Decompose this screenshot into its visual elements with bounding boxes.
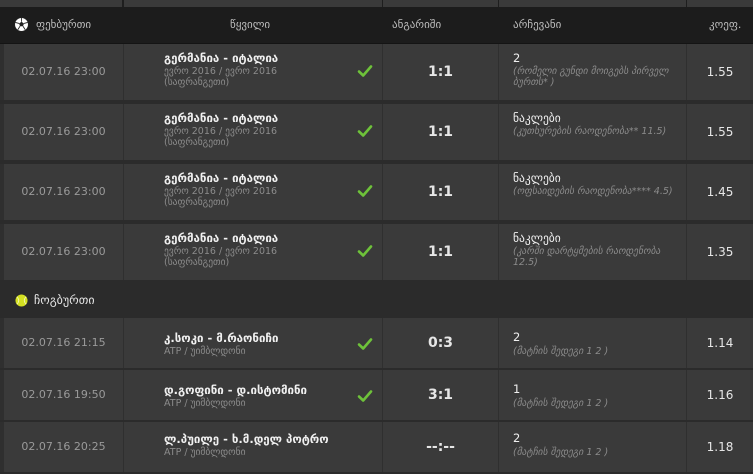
event-title: ლ.პუილე - ხ.მ.დელ პოტრო xyxy=(164,432,329,446)
soccer-ball-icon xyxy=(14,17,29,32)
row-odds: 1.55 xyxy=(687,104,753,160)
column-header-odds: კოეფ. xyxy=(709,18,742,31)
pick-value: 2 xyxy=(513,330,521,344)
pick-market: (კუთხურების რაოდენობა** 11.5) xyxy=(513,126,667,137)
table-row[interactable]: 02.07.16 23:00 გერმანია - იტალია ევრო 20… xyxy=(0,224,753,280)
pick-value: ნაკლები xyxy=(513,231,561,245)
row-date: 02.07.16 23:00 xyxy=(4,104,123,160)
row-event: გერმანია - იტალია ევრო 2016 / ევრო 2016 … xyxy=(124,164,382,220)
row-score: 1:1 xyxy=(383,104,498,160)
row-date: 02.07.16 23:00 xyxy=(4,224,123,280)
pick-value: 2 xyxy=(513,51,521,65)
pick-market: (მატჩის შედეგი 1 2 ) xyxy=(513,346,609,357)
row-odds: 1.45 xyxy=(687,164,753,220)
top-strip-segment xyxy=(383,0,498,7)
event-league: ევრო 2016 / ევრო 2016 (საფრანგეთი) xyxy=(164,66,278,88)
event-title: გერმანია - იტალია xyxy=(164,51,279,65)
event-league: ATP / უიმბლდონი xyxy=(164,447,246,458)
check-icon xyxy=(357,245,373,257)
table-row[interactable]: 02.07.16 23:00 გერმანია - იტალია ევრო 20… xyxy=(0,44,753,100)
row-pick: 1 (მატჩის შედეგი 1 2 ) xyxy=(499,370,686,420)
section-title-tennis: ჩოგბურთი xyxy=(34,293,95,307)
row-score: 0:3 xyxy=(383,318,498,368)
row-date: 02.07.16 19:50 xyxy=(4,370,123,420)
row-date: 02.07.16 21:15 xyxy=(4,318,123,368)
event-league: ATP / უიმბლდონი xyxy=(164,346,246,357)
row-event: ლ.პუილე - ხ.მ.დელ პოტრო ATP / უიმბლდონი xyxy=(124,422,382,472)
event-league: ევრო 2016 / ევრო 2016 (საფრანგეთი) xyxy=(164,126,278,148)
pick-market: (მატჩის შედეგი 1 2 ) xyxy=(513,447,609,458)
row-pick: 2 (მატჩის შედეგი 1 2 ) xyxy=(499,318,686,368)
table-row[interactable]: 02.07.16 21:15 კ.სოკი - მ.რაონიჩი ATP / … xyxy=(0,318,753,368)
check-icon xyxy=(357,338,373,350)
pick-value: 1 xyxy=(513,382,521,396)
pick-value: ნაკლები xyxy=(513,111,561,125)
row-date: 02.07.16 20:25 xyxy=(4,422,123,472)
pick-market: (კარში დარტყმების რაოდენობა 12.5) xyxy=(513,246,661,268)
row-score: --:-- xyxy=(383,422,498,472)
event-league: ევრო 2016 / ევრო 2016 (საფრანგეთი) xyxy=(164,186,278,208)
row-score: 1:1 xyxy=(383,44,498,100)
table-row[interactable]: 02.07.16 19:50 დ.გოფინი - დ.ისტომინი ATP… xyxy=(0,370,753,420)
table-header: ფეხბურთი წყვილი ანგარიში არჩევანი კოეფ. xyxy=(0,7,753,44)
check-icon xyxy=(357,185,373,197)
row-event: გერმანია - იტალია ევრო 2016 / ევრო 2016 … xyxy=(124,104,382,160)
row-score: 1:1 xyxy=(383,224,498,280)
event-title: დ.გოფინი - დ.ისტომინი xyxy=(164,383,307,397)
event-title: გერმანია - იტალია xyxy=(164,171,279,185)
row-event: გერმანია - იტალია ევრო 2016 / ევრო 2016 … xyxy=(124,224,382,280)
row-pick: ნაკლები (კუთხურების რაოდენობა** 11.5) xyxy=(499,104,686,160)
row-score: 1:1 xyxy=(383,164,498,220)
pick-market: (ოფსაიდების რაოდენობა**** 4.5) xyxy=(513,186,673,197)
section-title-football: ფეხბურთი xyxy=(36,18,92,31)
row-odds: 1.18 xyxy=(687,422,753,472)
top-strip-segment xyxy=(0,0,122,7)
table-row[interactable]: 02.07.16 23:00 გერმანია - იტალია ევრო 20… xyxy=(0,164,753,220)
column-header-score: ანგარიში xyxy=(392,18,442,31)
pick-market: (მატჩის შედეგი 1 2 ) xyxy=(513,398,609,409)
event-title: კ.სოკი - მ.რაონიჩი xyxy=(164,331,279,345)
section-header-tennis: ჩოგბურთი xyxy=(0,282,753,318)
event-league: ATP / უიმბლდონი xyxy=(164,398,246,409)
check-icon xyxy=(357,65,373,77)
row-pick: ნაკლები (კარში დარტყმების რაოდენობა 12.5… xyxy=(499,224,686,280)
row-odds: 1.14 xyxy=(687,318,753,368)
row-date: 02.07.16 23:00 xyxy=(4,44,123,100)
top-strip-segment xyxy=(499,0,686,7)
top-strip-segment xyxy=(687,0,753,7)
row-event: დ.გოფინი - დ.ისტომინი ATP / უიმბლდონი xyxy=(124,370,382,420)
check-icon xyxy=(357,390,373,402)
tennis-ball-icon xyxy=(15,294,28,307)
row-event: კ.სოკი - მ.რაონიჩი ATP / უიმბლდონი xyxy=(124,318,382,368)
row-pick: ნაკლები (ოფსაიდების რაოდენობა**** 4.5) xyxy=(499,164,686,220)
row-odds: 1.35 xyxy=(687,224,753,280)
pick-market: (რომელი გუნდი მოიგებს პირველ ბურთს* ) xyxy=(513,66,669,88)
table-row[interactable]: 02.07.16 23:00 გერმანია - იტალია ევრო 20… xyxy=(0,104,753,160)
row-pick: 2 (მატჩის შედეგი 1 2 ) xyxy=(499,422,686,472)
row-date: 02.07.16 23:00 xyxy=(4,164,123,220)
column-header-pick: არჩევანი xyxy=(513,18,562,31)
event-title: გერმანია - იტალია xyxy=(164,231,279,245)
check-icon xyxy=(357,125,373,137)
top-strip-segment xyxy=(124,0,382,7)
row-score: 3:1 xyxy=(383,370,498,420)
pick-value: ნაკლები xyxy=(513,171,561,185)
row-pick: 2 (რომელი გუნდი მოიგებს პირველ ბურთს* ) xyxy=(499,44,686,100)
event-league: ევრო 2016 / ევრო 2016 (საფრანგეთი) xyxy=(164,246,278,268)
row-odds: 1.55 xyxy=(687,44,753,100)
table-row[interactable]: 02.07.16 20:25 ლ.პუილე - ხ.მ.დელ პოტრო A… xyxy=(0,422,753,472)
top-strip xyxy=(0,0,753,7)
event-title: გერმანია - იტალია xyxy=(164,111,279,125)
pick-value: 2 xyxy=(513,431,521,445)
row-event: გერმანია - იტალია ევრო 2016 / ევრო 2016 … xyxy=(124,44,382,100)
row-odds: 1.16 xyxy=(687,370,753,420)
column-header-event: წყვილი xyxy=(230,18,271,31)
